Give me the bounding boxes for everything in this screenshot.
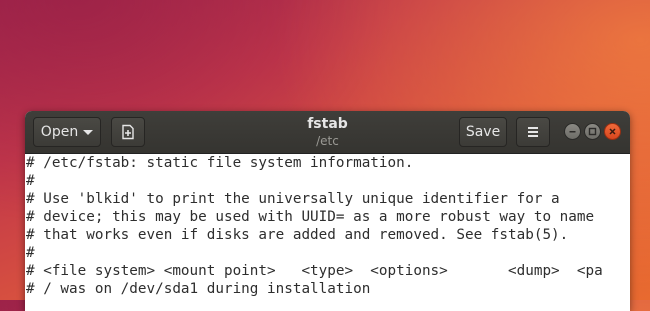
- editor-line[interactable]: # device; this may be used with UUID= as…: [26, 208, 630, 226]
- maximize-button[interactable]: [584, 123, 601, 140]
- save-button[interactable]: Save: [459, 117, 507, 147]
- menu-button[interactable]: [516, 117, 550, 147]
- minimize-button[interactable]: [564, 123, 581, 140]
- close-icon: [609, 128, 616, 135]
- text-editor[interactable]: # /etc/fstab: static file system informa…: [25, 154, 630, 311]
- hamburger-menu-icon: [528, 127, 538, 137]
- minimize-icon: [569, 131, 576, 133]
- maximize-icon: [588, 127, 597, 136]
- editor-line[interactable]: # <file system> <mount point> <type> <op…: [26, 262, 630, 280]
- editor-line[interactable]: #: [26, 172, 630, 190]
- save-button-label: Save: [465, 124, 501, 140]
- editor-line[interactable]: # Use 'blkid' to print the universally u…: [26, 190, 630, 208]
- gedit-window: Open fstab /etc Save # /etc/fstab: stati…: [25, 111, 630, 311]
- editor-line[interactable]: # /etc/fstab: static file system informa…: [26, 154, 630, 172]
- editor-line[interactable]: # / was on /dev/sda1 during installation: [26, 280, 630, 298]
- header-bar: Open fstab /etc Save: [25, 111, 630, 154]
- close-button[interactable]: [604, 123, 621, 140]
- editor-line[interactable]: #: [26, 244, 630, 262]
- editor-line[interactable]: # that works even if disks are added and…: [26, 226, 630, 244]
